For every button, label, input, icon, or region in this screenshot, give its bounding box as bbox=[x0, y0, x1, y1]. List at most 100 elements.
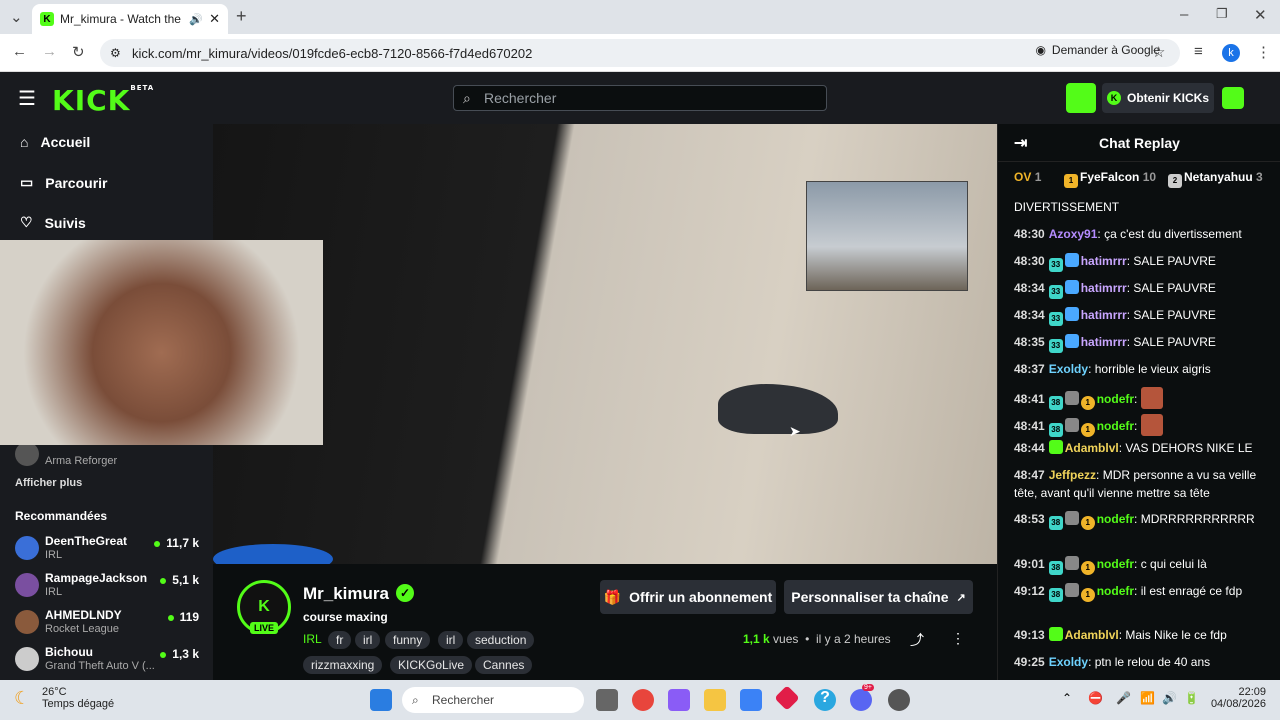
customize-channel-button[interactable]: Personnaliser ta chaîne ↗ bbox=[784, 580, 973, 614]
sidebar-item-browse[interactable]: ▭ Parcourir bbox=[20, 174, 107, 191]
avatar bbox=[15, 536, 39, 560]
close-tab-icon[interactable]: ✕ bbox=[209, 11, 220, 27]
store-icon[interactable] bbox=[740, 689, 762, 711]
collapse-chat-icon[interactable]: ⇥ bbox=[1014, 133, 1027, 153]
ask-google-button[interactable]: ◉ Demander à Google bbox=[1035, 43, 1160, 57]
recommended-channel[interactable]: RampageJackson IRL 5,1 k bbox=[15, 571, 205, 605]
chat-message: 48:34 33 hatimrrr: SALE PAUVRE bbox=[1014, 306, 1272, 326]
help-icon[interactable]: ? bbox=[814, 689, 836, 711]
gift-subscription-button[interactable]: 🎁 Offrir un abonnement bbox=[600, 580, 776, 614]
media-controls-icon[interactable]: ≡ bbox=[1194, 43, 1203, 60]
new-tab-icon[interactable]: + bbox=[236, 6, 247, 27]
message-user[interactable]: Azoxy91 bbox=[1049, 227, 1098, 241]
followed-channel[interactable]: Arma Reforger bbox=[15, 440, 205, 474]
leader-entry[interactable]: OV 1 bbox=[1014, 170, 1041, 184]
message-user[interactable]: nodefr bbox=[1097, 584, 1134, 598]
discord-icon[interactable]: 9+ bbox=[850, 684, 874, 711]
tab-list-icon[interactable]: ⌄ bbox=[10, 8, 23, 26]
home-icon: ⌂ bbox=[20, 134, 29, 150]
audio-icon[interactable]: 🔊 bbox=[189, 13, 203, 26]
message-user[interactable]: hatimrrr bbox=[1081, 281, 1127, 295]
message-user[interactable]: nodefr bbox=[1097, 557, 1134, 571]
restore-icon[interactable]: ❐ bbox=[1216, 6, 1228, 22]
menu-dots-icon[interactable]: ⋮ bbox=[1256, 43, 1271, 61]
system-clock[interactable]: 22:09 04/08/2026 bbox=[1211, 686, 1266, 710]
stream-category[interactable]: IRL bbox=[303, 632, 322, 646]
tray-app-icon[interactable]: ⛔ bbox=[1088, 691, 1103, 705]
more-options-icon[interactable]: ⋮ bbox=[951, 630, 965, 647]
microphone-icon[interactable]: 🎤 bbox=[1116, 691, 1131, 705]
tray-chevron-icon[interactable]: ⌃ bbox=[1062, 691, 1072, 705]
sidebar-item-home[interactable]: ⌂ Accueil bbox=[20, 134, 90, 150]
browser-tab[interactable]: K Mr_kimura - Watch the VOD 🔊 ✕ bbox=[32, 4, 228, 34]
message-user[interactable]: hatimrrr bbox=[1081, 254, 1127, 268]
message-user[interactable]: Adamblvl bbox=[1065, 628, 1119, 642]
recommended-channel[interactable]: DeenTheGreat IRL 11,7 k bbox=[15, 534, 205, 568]
tag-chip[interactable]: KICKGoLive bbox=[390, 656, 473, 674]
coin-badge-icon: 1 bbox=[1080, 588, 1095, 602]
taskbar-search-input[interactable]: ⌕ Rechercher bbox=[402, 687, 584, 713]
weather-widget[interactable]: 26°C Temps dégagé bbox=[42, 686, 114, 710]
copilot-icon[interactable] bbox=[668, 689, 690, 711]
battery-icon[interactable]: 🔋 bbox=[1184, 691, 1199, 705]
bookmark-star-icon[interactable]: ☆ bbox=[1152, 43, 1165, 61]
profile-avatar[interactable]: k bbox=[1222, 44, 1240, 62]
tag-chip[interactable]: Cannes bbox=[475, 656, 533, 674]
task-view-icon[interactable] bbox=[596, 689, 618, 711]
tag-chip[interactable]: rizzmaxxing bbox=[303, 656, 383, 674]
channel-name[interactable]: Mr_kimura bbox=[303, 584, 389, 604]
close-window-icon[interactable]: ✕ bbox=[1254, 6, 1267, 24]
kick-logo[interactable]: KICKBETA bbox=[52, 84, 154, 117]
chat-panel: ⇥ Chat Replay OV 1 1 FyeFalcon 10 2 Netany… bbox=[997, 124, 1280, 680]
message-time: 48:30 bbox=[1014, 227, 1045, 241]
customize-channel-label: Personnaliser ta chaîne bbox=[791, 589, 949, 605]
tag-chip[interactable]: seduction bbox=[467, 631, 535, 649]
tag-chip[interactable]: funny bbox=[385, 631, 431, 649]
file-explorer-icon[interactable] bbox=[704, 689, 726, 711]
share-icon[interactable]: ⤴ bbox=[910, 630, 924, 650]
message-user[interactable]: nodefr bbox=[1097, 512, 1134, 526]
get-kicks-button[interactable]: K Obtenir KICKs bbox=[1102, 83, 1214, 113]
message-user[interactable]: nodefr bbox=[1097, 419, 1134, 433]
start-icon[interactable] bbox=[370, 689, 392, 711]
nav-label: Accueil bbox=[40, 134, 91, 150]
google-lens-icon: ◉ bbox=[1035, 43, 1046, 57]
message-user[interactable]: Exoldy bbox=[1049, 655, 1088, 669]
hamburger-menu-icon[interactable]: ☰ bbox=[18, 86, 36, 111]
avatar bbox=[15, 647, 39, 671]
emote-image bbox=[1140, 387, 1163, 409]
recommended-channel[interactable]: Bichouu Grand Theft Auto V (... 1,3 k bbox=[15, 645, 205, 679]
ufo-icon[interactable] bbox=[1066, 83, 1096, 113]
recommended-channel[interactable]: AHMEDLNDY Rocket League 119 bbox=[15, 608, 205, 642]
back-icon[interactable]: ← bbox=[12, 43, 27, 60]
forward-icon[interactable]: → bbox=[42, 43, 57, 60]
site-search-input[interactable]: ⌕ Rechercher bbox=[453, 85, 827, 111]
volume-icon[interactable]: 🔊 bbox=[1162, 691, 1177, 705]
wifi-icon[interactable]: 📶 bbox=[1140, 691, 1155, 705]
chrome-icon[interactable] bbox=[632, 689, 654, 711]
message-user[interactable]: nodefr bbox=[1097, 392, 1134, 406]
message-user[interactable]: Jeffpezz bbox=[1049, 468, 1096, 482]
tag-chip[interactable]: irl bbox=[355, 631, 381, 649]
leader-entry[interactable]: 1 FyeFalcon 10 bbox=[1064, 170, 1156, 188]
leader-entry[interactable]: 2 Netanyahuu 3 bbox=[1168, 170, 1263, 188]
app-diamond-icon[interactable] bbox=[774, 685, 800, 711]
tag-chip[interactable]: fr bbox=[328, 631, 352, 649]
minimize-icon[interactable]: – bbox=[1180, 6, 1188, 23]
message-user[interactable]: hatimrrr bbox=[1081, 335, 1127, 349]
tag-chip[interactable]: irl bbox=[438, 631, 464, 649]
message-user[interactable]: Exoldy bbox=[1049, 362, 1088, 376]
show-more-link[interactable]: Afficher plus bbox=[15, 477, 82, 489]
message-user[interactable]: Adamblvl bbox=[1065, 441, 1119, 455]
url-field[interactable]: ⚙ kick.com/mr_kimura/videos/019fcde6-ecb… bbox=[100, 39, 1180, 67]
message-user[interactable]: hatimrrr bbox=[1081, 308, 1127, 322]
chat-message: 49:01 38 1 nodefr: c qui celui là bbox=[1014, 555, 1272, 575]
reload-icon[interactable]: ↻ bbox=[72, 43, 85, 61]
chat-message: 49:25 Exoldy: ptn le relou de 40 ans bbox=[1014, 655, 1211, 669]
user-avatar[interactable] bbox=[1222, 87, 1244, 109]
site-info-icon[interactable]: ⚙ bbox=[110, 46, 121, 60]
channel-category: Grand Theft Auto V (... bbox=[45, 660, 155, 672]
video-object-shape bbox=[213, 544, 333, 564]
obs-icon[interactable] bbox=[888, 689, 910, 711]
sidebar-item-following[interactable]: ♡ Suivis bbox=[20, 214, 86, 231]
